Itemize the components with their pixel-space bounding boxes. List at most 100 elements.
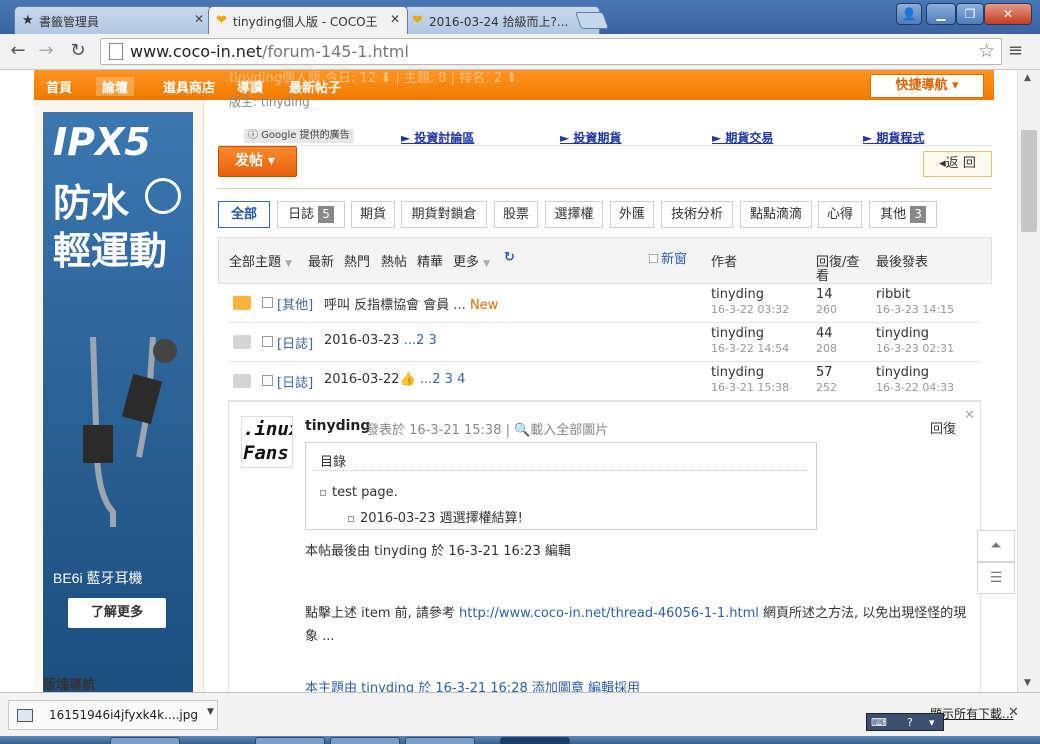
thread-category[interactable]: [日誌] <box>277 333 313 352</box>
new-window-toggle[interactable]: 新窗 <box>649 248 687 267</box>
category-tab-technical[interactable]: 技術分析 <box>661 201 733 228</box>
last-post-date[interactable]: 16-3-23 02:31 <box>876 342 954 355</box>
google-ads-badge[interactable]: ⓘ Google 提供的廣告 <box>244 129 354 143</box>
category-tab-stocks[interactable]: 股票 <box>494 201 538 228</box>
address-bar[interactable]: www.coco-in.net/forum-145-1.html ☆ <box>100 38 1002 65</box>
ime-toolbar[interactable]: ⌨ ? ▾ <box>866 713 944 731</box>
list-view-icon[interactable]: ☰ <box>977 562 1015 594</box>
thread-author[interactable]: tinyding <box>711 365 764 380</box>
sidebar-advertisement[interactable]: IPX5 防水 輕運動 BE6i 藍牙耳機 了解更多 <box>43 112 193 692</box>
last-post-date[interactable]: 16-3-23 14:15 <box>876 303 954 316</box>
checkbox[interactable] <box>262 336 273 347</box>
scrollbar-thumb[interactable] <box>1021 130 1037 232</box>
filter-more[interactable]: 更多 ▼ <box>453 251 490 270</box>
close-icon[interactable]: ✕ <box>964 408 975 423</box>
category-tab-notes[interactable]: 心得 <box>818 201 862 228</box>
forward-arrow-icon[interactable]: → <box>34 39 58 63</box>
thread-title[interactable]: 2016-03-22👍 ...2 3 4 <box>324 372 465 387</box>
thread-category[interactable]: [其他] <box>277 294 313 313</box>
category-tab-futures[interactable]: 期貨 <box>351 201 395 228</box>
new-window-label: 新窗 <box>661 252 688 267</box>
toc-item[interactable]: 2016-03-23 週選擇權結算! <box>348 507 523 526</box>
quick-nav-dropdown[interactable]: 快捷導航 ▾ <box>870 74 984 98</box>
last-poster[interactable]: ribbit <box>876 287 910 302</box>
taskbar-button[interactable] <box>500 737 570 744</box>
reload-icon[interactable]: ↻ <box>66 39 90 63</box>
checkbox[interactable] <box>649 254 658 263</box>
post-timestamp[interactable]: 發表於 16-3-21 15:38 | 🔍載入全部圖片 <box>366 419 608 438</box>
taskbar-button[interactable] <box>110 737 180 744</box>
ad-link[interactable]: ► 期貨交易 <box>712 129 773 146</box>
page-links[interactable]: ...2 3 4 <box>416 372 465 387</box>
table-row[interactable]: [日誌] 2016-03-23 ...2 3 tinyding 16-3-22 … <box>228 323 981 362</box>
category-tab-bits[interactable]: 點點滴滴 <box>740 201 812 228</box>
new-tab-button[interactable] <box>574 12 610 29</box>
help-icon[interactable]: ? <box>907 714 913 731</box>
category-tab-all[interactable]: 全部 <box>218 201 270 228</box>
thread-title[interactable]: 呼叫 反指標協會 會員 ... New <box>324 294 498 313</box>
tab-thread[interactable]: ❤ 2016-03-24 拾級而上?... ✕ <box>404 6 600 34</box>
refresh-icon[interactable]: ↻ <box>504 250 515 265</box>
profile-icon[interactable]: 👤 <box>896 3 922 25</box>
tab-bookmarks[interactable]: ★ 書籤管理員 ✕ <box>14 6 212 34</box>
chevron-down-icon[interactable]: ▼ <box>207 707 214 717</box>
page-links[interactable]: ...2 3 <box>400 333 437 348</box>
category-tab-forex[interactable]: 外匯 <box>610 201 654 228</box>
minimize-button[interactable]: ▁ <box>926 3 956 25</box>
hamburger-menu-icon[interactable]: ≡ <box>1008 40 1023 61</box>
category-tab-hedge[interactable]: 期貨對鎖倉 <box>401 201 487 228</box>
checkbox[interactable] <box>262 375 273 386</box>
table-row[interactable]: [其他] 呼叫 反指標協會 會員 ... New tinyding 16-3-2… <box>228 284 981 323</box>
checkbox[interactable] <box>262 297 273 308</box>
tab-forum[interactable]: ❤ tinyding個人版 - COCO王 ✕ <box>208 6 408 34</box>
category-tab-other[interactable]: 其他 3 <box>869 201 937 228</box>
filter-digest[interactable]: 精華 <box>417 251 443 270</box>
last-poster[interactable]: tinyding <box>876 326 929 341</box>
back-button[interactable]: ◂返 回 <box>923 151 992 177</box>
thread-author[interactable]: tinyding <box>711 326 764 341</box>
filter-latest[interactable]: 最新 <box>308 251 334 270</box>
all-topics-filter[interactable]: 全部主題 ▼ <box>229 251 292 270</box>
post-author[interactable]: tinyding <box>305 418 370 434</box>
nav-home[interactable]: 首頁 <box>46 77 72 96</box>
keyboard-icon[interactable]: ⌨ <box>871 714 887 731</box>
view-count: 252 <box>816 381 837 394</box>
chevron-down-icon[interactable]: ▾ <box>929 714 935 731</box>
category-tab-journal[interactable]: 日誌 5 <box>277 201 345 228</box>
last-post-date[interactable]: 16-3-22 04:33 <box>876 381 954 394</box>
page-scrollbar[interactable]: ▲ ▼ <box>1017 70 1040 692</box>
last-poster[interactable]: tinyding <box>876 365 929 380</box>
thread-author[interactable]: tinyding <box>711 287 764 302</box>
close-shelf-icon[interactable]: ✕ <box>1008 705 1019 720</box>
back-arrow-icon[interactable]: ← <box>6 39 30 63</box>
taskbar-button[interactable] <box>255 737 325 744</box>
ad-learn-more-button[interactable]: 了解更多 <box>68 598 166 628</box>
new-post-button[interactable]: 发帖 ▾ <box>218 146 297 177</box>
scroll-up-icon[interactable]: ▲ <box>1024 73 1031 83</box>
close-tab-icon[interactable]: ✕ <box>194 12 204 26</box>
ad-link[interactable]: ► 投資期貨 <box>560 129 621 146</box>
ad-link[interactable]: ► 投資討論區 <box>401 129 474 146</box>
taskbar-button[interactable] <box>330 737 400 744</box>
post-link[interactable]: http://www.coco-in.net/thread-46056-1-1.… <box>459 606 759 621</box>
taskbar-button[interactable] <box>405 737 475 744</box>
avatar[interactable]: .inux Fans <box>241 416 293 468</box>
thread-category[interactable]: [日誌] <box>277 372 313 391</box>
filter-hot-posts[interactable]: 熱帖 <box>381 251 407 270</box>
maximize-button[interactable]: ❐ <box>956 3 984 25</box>
reply-button[interactable]: 回復 <box>930 418 956 437</box>
filter-hot[interactable]: 熱門 <box>344 251 370 270</box>
close-window-button[interactable]: ✕ <box>984 3 1032 25</box>
table-row[interactable]: [日誌] 2016-03-22👍 ...2 3 4 tinyding 16-3-… <box>228 362 981 401</box>
ad-link[interactable]: ► 期貨程式 <box>863 129 924 146</box>
nav-shop[interactable]: 道具商店 <box>163 77 215 96</box>
bookmark-star-icon[interactable]: ☆ <box>978 40 995 62</box>
category-tab-options[interactable]: 選擇權 <box>545 201 603 228</box>
nav-forum[interactable]: 論壇 <box>96 77 135 96</box>
close-tab-icon[interactable]: ✕ <box>390 12 400 26</box>
toc-item[interactable]: test page. <box>320 485 398 500</box>
scroll-top-icon[interactable]: ⏶ <box>977 530 1015 562</box>
thread-title[interactable]: 2016-03-23 ...2 3 <box>324 333 437 348</box>
download-item[interactable]: 16151946i4jfyxk4k....jpg ▼ <box>8 700 218 730</box>
scroll-down-icon[interactable]: ▼ <box>1024 678 1031 688</box>
